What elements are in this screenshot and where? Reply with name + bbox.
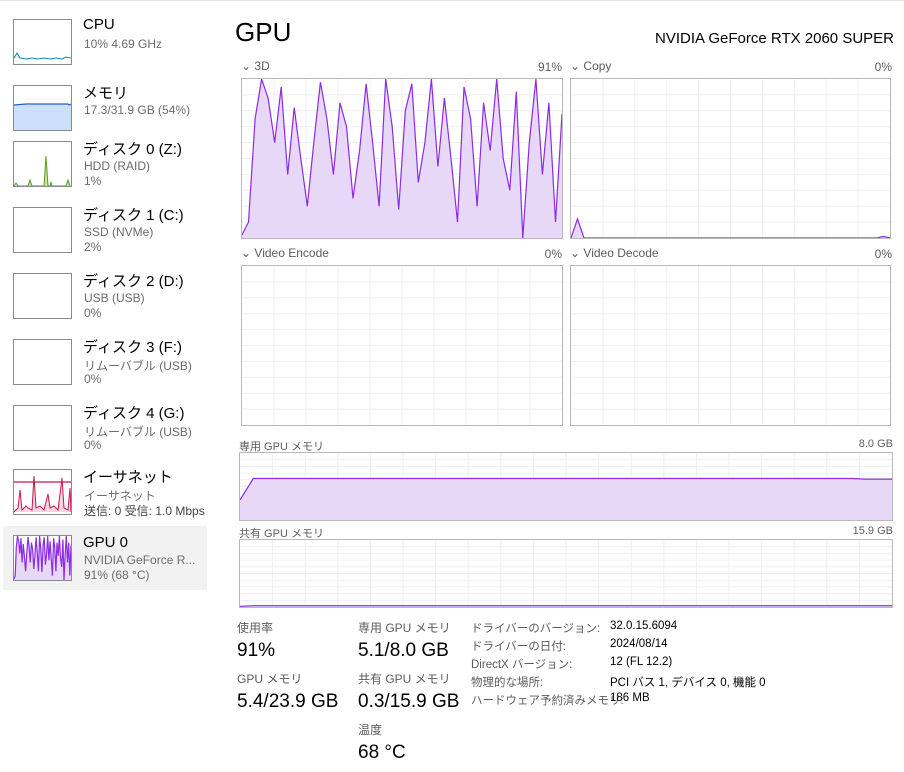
sidebar-item-title: CPU xyxy=(83,16,115,33)
sidebar-item-detail: 10% 4.69 GHz xyxy=(84,37,163,51)
sidebar-item-detail: NVIDIA GeForce R... xyxy=(84,553,196,567)
sidebar-item-title: メモリ xyxy=(83,85,129,102)
gpu-memory-label: GPU メモリ xyxy=(237,672,303,686)
info-label: ドライバーのバージョン: xyxy=(471,623,601,635)
disk-0-thumbnail-graph xyxy=(13,141,72,187)
usage-line xyxy=(240,605,892,607)
dedicated-memory-max: 8.0 GB xyxy=(858,438,893,450)
graph-dedicated-memory xyxy=(239,452,893,521)
sidebar-item-disk-0[interactable]: ディスク 0 (Z:) HDD (RAID) 1% xyxy=(3,138,207,202)
sidebar-item-title: ディスク 2 (D:) xyxy=(83,273,184,290)
dedicated-memory-stat-value: 5.1/8.0 GB xyxy=(358,640,449,661)
sidebar-item-detail: USB (USB) xyxy=(84,291,145,305)
memory-thumbnail-graph xyxy=(13,85,72,131)
sidebar-item-usage: 1% xyxy=(84,174,102,188)
info-value: 186 MB xyxy=(610,692,650,704)
cpu-thumbnail-graph xyxy=(13,19,72,65)
sidebar-item-title: ディスク 0 (Z:) xyxy=(83,141,182,158)
temperature-value: 68 °C xyxy=(358,742,406,763)
engine-value: 0% xyxy=(874,247,892,261)
shared-memory-stat-label: 共有 GPU メモリ xyxy=(358,672,451,686)
sidebar-item-usage: 91% (68 °C) xyxy=(84,568,150,582)
sidebar-item-detail: HDD (RAID) xyxy=(84,159,150,173)
window-top-border xyxy=(0,0,904,1)
gpu-model-name: NVIDIA GeForce RTX 2060 SUPER xyxy=(655,30,894,47)
info-value: 2024/08/14 xyxy=(610,638,668,650)
utilization-label: 使用率 xyxy=(237,621,274,635)
sidebar-item-usage: 0% xyxy=(84,306,102,320)
info-label: DirectX バージョン: xyxy=(471,659,573,671)
sidebar-item-disk-3[interactable]: ディスク 3 (F:) リムーバブル (USB) 0% xyxy=(3,336,207,400)
graph-shared-memory xyxy=(239,539,893,608)
sidebar-item-detail: 17.3/31.9 GB (54%) xyxy=(84,103,191,117)
graph-copy xyxy=(570,78,891,239)
graph-video-encode xyxy=(241,265,563,426)
info-value: PCI バス 1, デバイス 0, 機能 0 xyxy=(610,677,766,689)
sidebar-item-memory[interactable]: メモリ 17.3/31.9 GB (54%) xyxy=(3,82,207,146)
shared-memory-max: 15.9 GB xyxy=(852,525,893,537)
page-title: GPU xyxy=(235,17,292,47)
temperature-label: 温度 xyxy=(358,723,383,737)
sidebar-item-title: イーサネット xyxy=(83,469,173,486)
gpu-0-thumbnail-graph xyxy=(13,535,72,581)
dedicated-memory-stat-label: 専用 GPU メモリ xyxy=(358,621,451,635)
disk-3-thumbnail-graph xyxy=(13,339,72,385)
engine-value: 0% xyxy=(874,60,892,74)
sidebar-item-detail: SSD (NVMe) xyxy=(84,225,154,239)
sidebar-item-title: ディスク 4 (G:) xyxy=(83,405,185,422)
usage-area xyxy=(240,478,892,520)
sidebar-item-title: ディスク 3 (F:) xyxy=(83,339,182,356)
shared-memory-stat-value: 0.3/15.9 GB xyxy=(358,691,460,712)
ethernet-thumbnail-graph xyxy=(13,469,72,515)
info-value: 12 (FL 12.2) xyxy=(610,656,673,668)
sidebar-item-throughput: 送信: 0 受信: 1.0 Mbps xyxy=(84,504,205,518)
info-value: 32.0.15.6094 xyxy=(610,620,678,632)
disk-2-thumbnail-graph xyxy=(13,273,72,319)
graph-video-decode xyxy=(570,265,891,426)
info-label: ドライバーの日付: xyxy=(471,641,566,653)
sidebar-item-title: ディスク 1 (C:) xyxy=(83,207,184,224)
info-label: ハードウェア予約済みメモリ: xyxy=(471,695,624,707)
sidebar-item-disk-4[interactable]: ディスク 4 (G:) リムーバブル (USB) 0% xyxy=(3,402,207,466)
graph-3d xyxy=(241,78,563,239)
gpu-memory-value: 5.4/23.9 GB xyxy=(237,691,339,712)
sidebar-item-ethernet[interactable]: イーサネット イーサネット 送信: 0 受信: 1.0 Mbps xyxy=(3,466,207,530)
info-label: 物理的な場所: xyxy=(471,677,544,689)
utilization-value: 91% xyxy=(237,640,276,661)
sidebar-item-disk-2[interactable]: ディスク 2 (D:) USB (USB) 0% xyxy=(3,270,207,334)
sidebar-item-usage: 0% xyxy=(84,372,102,386)
